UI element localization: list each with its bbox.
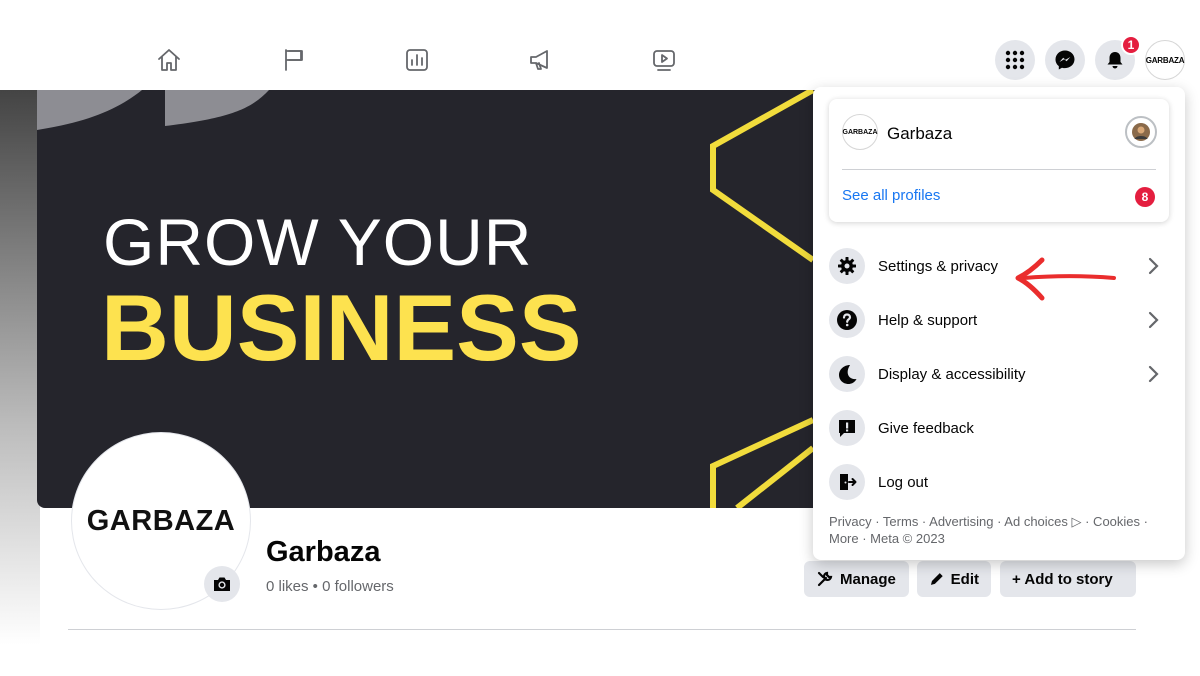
bell-icon	[1107, 52, 1123, 69]
menu-grid-button[interactable]	[995, 40, 1035, 80]
notification-badge: 1	[1121, 35, 1141, 55]
menu-item-label: Help & support	[878, 311, 978, 329]
megaphone-icon[interactable]	[526, 44, 556, 76]
messenger-icon	[1055, 50, 1075, 70]
question-icon	[829, 302, 865, 338]
moon-icon	[829, 356, 865, 392]
card-divider	[842, 169, 1156, 170]
video-icon[interactable]	[649, 44, 679, 76]
insights-icon[interactable]	[402, 44, 432, 76]
see-all-profiles-link[interactable]: See all profiles	[842, 187, 940, 204]
menu-item-log-out[interactable]: Log out	[829, 460, 1169, 504]
add-to-story-button[interactable]: + Add to story	[1000, 561, 1136, 597]
edit-button[interactable]: Edit	[917, 561, 991, 597]
manage-button-label: Manage	[840, 570, 896, 588]
left-shade	[0, 90, 40, 645]
menu-item-help-support[interactable]: Help & support	[829, 298, 1169, 342]
switch-profile-icon[interactable]	[1125, 116, 1157, 148]
messenger-button[interactable]	[1045, 40, 1085, 80]
cover-headline-accent: BUSINESS	[101, 275, 582, 380]
chevron-right-icon	[1148, 365, 1159, 383]
menu-item-give-feedback[interactable]: Give feedback	[829, 406, 1169, 450]
edit-button-label: Edit	[950, 570, 979, 588]
chevron-right-icon	[1148, 311, 1159, 329]
gear-icon	[829, 248, 865, 284]
profiles-count-badge: 8	[1135, 187, 1155, 207]
top-navigation: 1 GARBAZA	[0, 0, 1200, 90]
menu-item-label: Log out	[878, 473, 929, 491]
annotation-arrow-icon	[1015, 257, 1116, 301]
camera-icon	[214, 577, 230, 591]
account-menu: GARBAZA Garbaza See all profiles 8 Setti…	[813, 87, 1185, 560]
pencil-icon	[930, 573, 943, 585]
cover-headline: GROW YOUR	[103, 205, 533, 279]
manage-button[interactable]: Manage	[804, 561, 909, 597]
change-photo-button[interactable]	[204, 566, 240, 602]
add-to-story-label: + Add to story	[1012, 570, 1113, 588]
page-stats[interactable]: 0 likes • 0 followers	[266, 578, 394, 595]
feedback-icon	[829, 410, 865, 446]
grid-icon	[1005, 50, 1025, 70]
card-profile-name: Garbaza	[887, 124, 953, 143]
page-root: 1 GARBAZA GROW YOUR BUSINESS GARBAZA Gar…	[0, 0, 1200, 676]
divider	[68, 629, 1136, 630]
logout-icon	[829, 464, 865, 500]
chevron-right-icon	[1148, 257, 1159, 275]
wrench-icon	[817, 571, 833, 587]
menu-footer-links[interactable]: Privacy · Terms · Advertising · Ad choic…	[829, 513, 1169, 547]
page-title: Garbaza	[266, 536, 381, 568]
menu-item-label: Give feedback	[878, 419, 974, 437]
card-avatar: GARBAZA	[842, 114, 878, 150]
menu-item-settings-privacy[interactable]: Settings & privacy	[829, 244, 1169, 288]
menu-item-label: Display & accessibility	[878, 365, 1026, 383]
menu-item-label: Settings & privacy	[878, 257, 999, 275]
flag-icon[interactable]	[279, 44, 309, 76]
account-avatar[interactable]: GARBAZA	[1145, 40, 1185, 80]
profile-card[interactable]: GARBAZA Garbaza See all profiles 8	[829, 99, 1169, 222]
profile-logo-text: GARBAZA	[86, 504, 236, 537]
menu-item-display-accessibility[interactable]: Display & accessibility	[829, 352, 1169, 396]
home-icon[interactable]	[154, 44, 184, 76]
